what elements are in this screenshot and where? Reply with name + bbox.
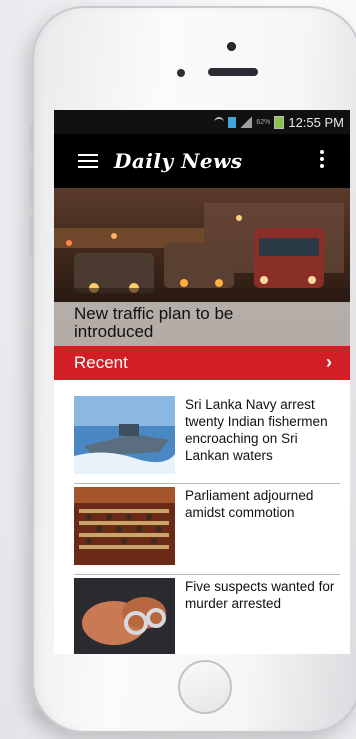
article-title: Sri Lanka Navy arrest twenty Indian fish…	[185, 397, 328, 463]
article-thumbnail	[74, 396, 175, 474]
hero-story[interactable]: New traffic plan to be introduced	[54, 188, 350, 346]
more-vert-icon[interactable]	[320, 150, 324, 170]
app-logo: Daily News	[114, 149, 243, 173]
signal-icon	[240, 116, 253, 128]
app-bar: Daily News	[54, 134, 350, 188]
sim-icon	[228, 116, 237, 128]
proximity-sensor	[177, 69, 185, 77]
front-camera	[227, 42, 236, 51]
app-screen: 62% 12:55 PM Daily News New traffic plan…	[54, 110, 350, 654]
hero-title[interactable]: New traffic plan to be introduced	[74, 305, 304, 341]
status-time: 12:55 PM	[288, 114, 344, 130]
article-title: Five suspects wanted for murder arrested	[185, 579, 335, 611]
recent-section-header[interactable]: Recent ›	[54, 346, 350, 380]
list-item[interactable]: Five suspects wanted for murder arrested	[54, 574, 350, 654]
section-title: Recent	[74, 353, 128, 372]
volume-down-button	[30, 216, 34, 256]
earpiece-speaker	[208, 68, 258, 76]
volume-up-button	[30, 166, 34, 206]
home-button[interactable]	[178, 660, 232, 714]
article-title: Parliament adjourned amidst commotion	[185, 488, 314, 520]
wifi-icon	[214, 116, 225, 128]
battery-percent: 62%	[256, 118, 271, 126]
hero-caption: New traffic plan to be introduced	[54, 302, 350, 346]
battery-icon	[274, 115, 285, 129]
article-thumbnail	[74, 487, 175, 565]
article-list: Sri Lanka Navy arrest twenty Indian fish…	[54, 380, 350, 654]
list-item[interactable]: Sri Lanka Navy arrest twenty Indian fish…	[54, 396, 350, 487]
chevron-right-icon[interactable]: ›	[326, 352, 332, 373]
status-bar: 62% 12:55 PM	[54, 110, 350, 134]
article-thumbnail	[74, 578, 175, 654]
hamburger-menu-icon[interactable]	[78, 154, 98, 168]
list-item[interactable]: Parliament adjourned amidst commotion	[54, 483, 350, 578]
mute-switch	[30, 124, 34, 150]
